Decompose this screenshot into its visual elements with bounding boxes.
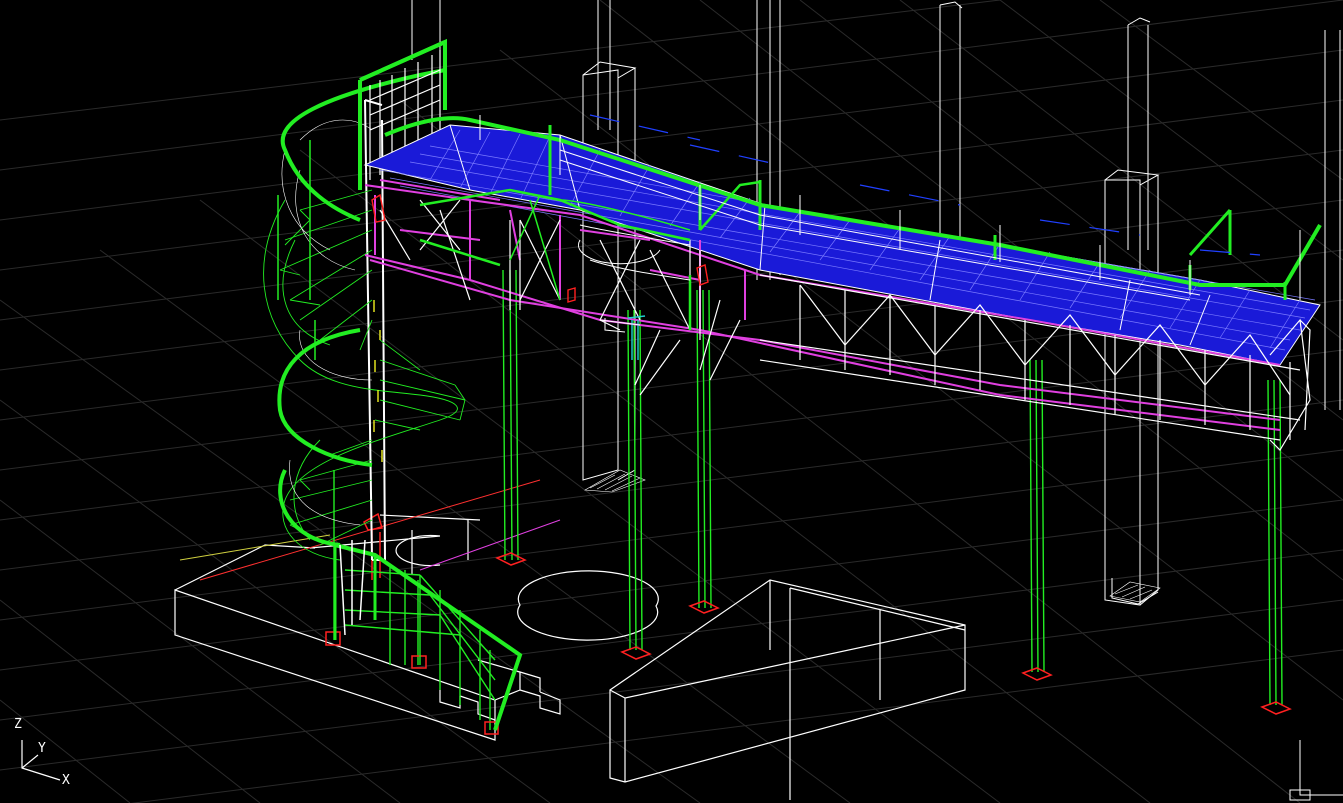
viewcube-corner-icon[interactable] [1289,740,1343,801]
entry-staircase [333,539,523,731]
column-footing-hatch [583,469,1161,603]
deck-grating [363,124,1321,366]
perspective-grid [0,0,1343,803]
concrete-base-blocks [174,514,966,800]
ucs-z-label: Z [14,717,22,732]
ucs-y-label: Y [38,741,46,756]
cad-model-viewport[interactable]: Z Y X [0,0,1343,803]
column-base-plates [325,512,1292,735]
3d-steel-platform-wireframe[interactable] [0,0,1343,803]
ucs-x-label: X [62,773,70,788]
